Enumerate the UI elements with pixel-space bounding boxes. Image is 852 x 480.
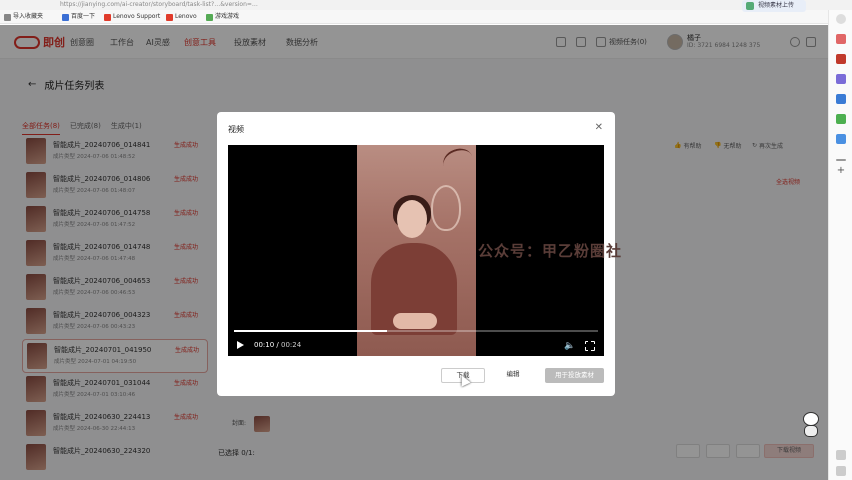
lenovo-icon bbox=[166, 13, 173, 21]
bookmark-label: Lenovo Support bbox=[113, 13, 161, 20]
bookmark-item[interactable]: 导入收藏夹 bbox=[4, 12, 43, 22]
app-icon[interactable] bbox=[836, 74, 846, 84]
divider bbox=[836, 159, 846, 161]
branch-decoration bbox=[439, 145, 477, 178]
briefcase-icon[interactable] bbox=[836, 54, 846, 64]
mascot-head bbox=[803, 412, 819, 426]
presenter-hands bbox=[393, 313, 437, 329]
app-icon[interactable] bbox=[836, 134, 846, 144]
bookmark-item[interactable]: 游戏游戏 bbox=[206, 12, 239, 22]
presenter-face bbox=[397, 200, 427, 238]
play-icon[interactable] bbox=[237, 341, 244, 349]
bookmark-label: 百度一下 bbox=[71, 13, 96, 20]
progress-fill bbox=[234, 330, 387, 332]
use-for-ads-button[interactable]: 用于投放素材 bbox=[545, 368, 604, 383]
mascot-body bbox=[804, 425, 818, 437]
lantern-decoration bbox=[431, 185, 461, 231]
volume-icon[interactable]: 🔈 bbox=[564, 341, 575, 351]
settings-icon[interactable] bbox=[836, 450, 846, 460]
fullscreen-icon[interactable] bbox=[584, 340, 595, 351]
app-icon[interactable] bbox=[836, 114, 846, 124]
tag-icon[interactable] bbox=[836, 34, 846, 44]
current-time: 00:10 bbox=[254, 341, 275, 349]
time-display: 00:10 / 00:24 bbox=[254, 341, 302, 349]
video-frame bbox=[357, 145, 477, 356]
browser-url-bar[interactable]: https://jianying.com/ai-creator/storyboa… bbox=[0, 0, 852, 10]
gear-icon[interactable] bbox=[836, 466, 846, 476]
bookmark-item[interactable]: Lenovo Support bbox=[104, 12, 160, 22]
modal-title: 视频 bbox=[228, 125, 244, 134]
bookmarks-bar: 导入收藏夹 百度一下 Lenovo Support Lenovo 游戏游戏 bbox=[0, 10, 852, 24]
upload-chip-label: 视频素材上传 bbox=[758, 2, 795, 9]
bookmark-label: Lenovo bbox=[175, 13, 197, 20]
lenovo-icon bbox=[104, 13, 111, 21]
close-icon[interactable]: ✕ bbox=[595, 122, 603, 133]
bookmark-item[interactable]: 百度一下 bbox=[62, 12, 95, 22]
edit-button[interactable]: 编辑 bbox=[503, 368, 523, 383]
progress-bar[interactable] bbox=[234, 330, 598, 332]
bookmark-label: 导入收藏夹 bbox=[13, 13, 44, 20]
browser-side-rail: + bbox=[828, 10, 852, 480]
bookmark-label: 游戏游戏 bbox=[215, 13, 240, 20]
add-icon[interactable]: + bbox=[836, 166, 846, 176]
upload-icon bbox=[746, 2, 754, 10]
upload-chip[interactable]: 视频素材上传 bbox=[742, 0, 806, 12]
bookmark-item[interactable]: Lenovo bbox=[166, 12, 197, 22]
game-icon bbox=[206, 13, 213, 21]
watermark-text: 公众号：甲乙粉圈社 bbox=[478, 242, 623, 260]
mascot-icon[interactable] bbox=[800, 412, 822, 438]
baidu-icon bbox=[62, 13, 69, 21]
outlook-icon[interactable] bbox=[836, 94, 846, 104]
folder-icon bbox=[4, 13, 11, 21]
search-icon[interactable] bbox=[836, 14, 846, 24]
duration: 00:24 bbox=[281, 341, 302, 349]
